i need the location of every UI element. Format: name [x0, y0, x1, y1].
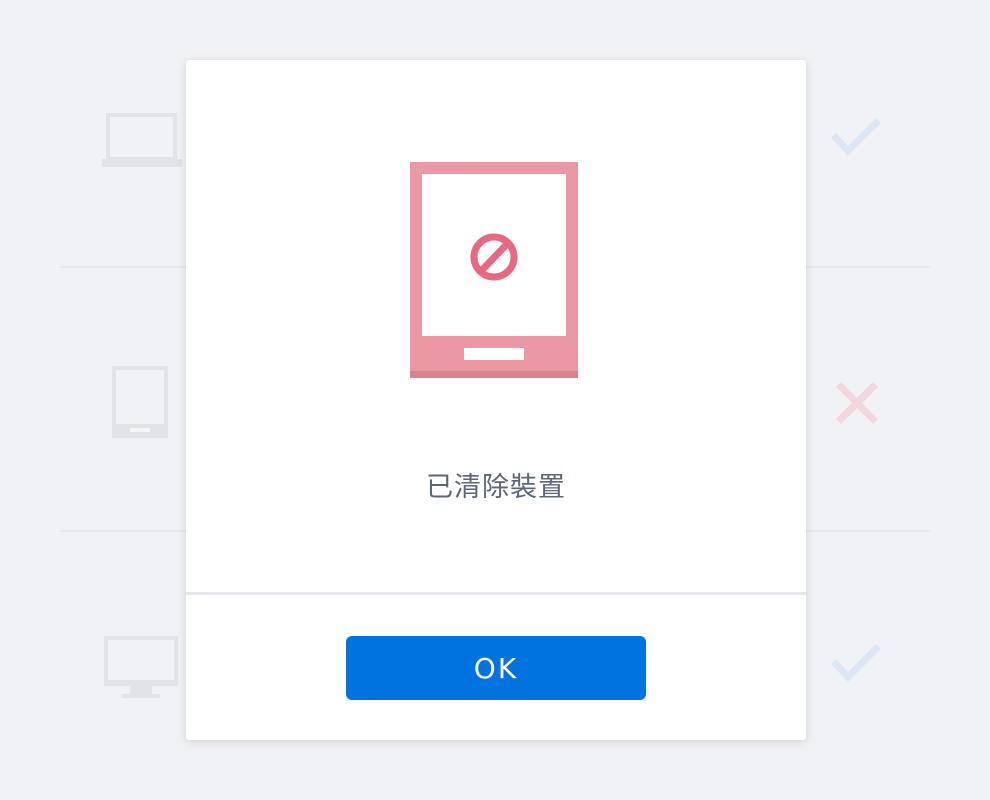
monitor-icon — [104, 636, 178, 704]
check-icon — [831, 644, 881, 688]
dialog-body: 已清除裝置 — [186, 60, 806, 592]
dialog-footer: OK — [186, 595, 806, 740]
laptop-icon — [102, 112, 182, 172]
tablet-icon — [112, 366, 168, 442]
check-icon — [831, 118, 881, 162]
device-removed-dialog: 已清除裝置 OK — [186, 60, 806, 740]
blocked-tablet-icon — [410, 162, 578, 378]
cross-icon — [836, 382, 878, 428]
ok-button[interactable]: OK — [346, 636, 646, 700]
dialog-message: 已清除裝置 — [426, 472, 566, 503]
